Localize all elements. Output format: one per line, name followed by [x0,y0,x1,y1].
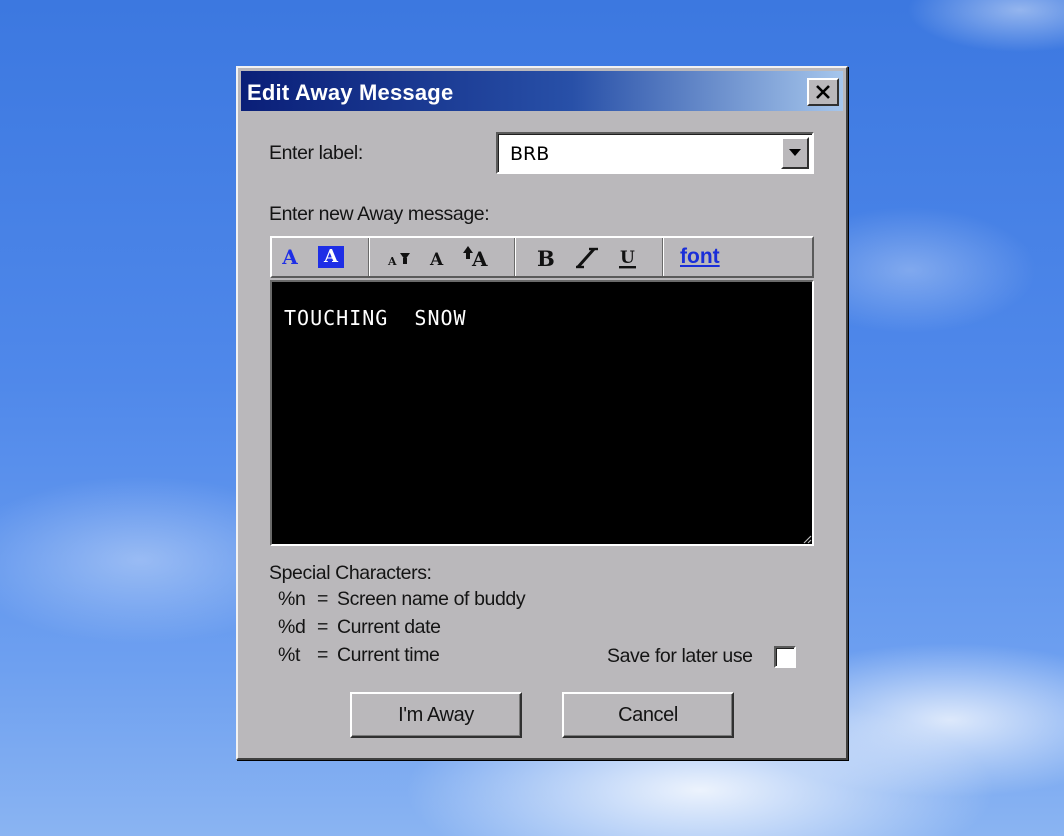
chevron-down-icon [789,149,801,156]
bold-button[interactable]: B [534,243,558,271]
italic-icon [576,247,598,269]
special-char-code: %n [278,588,306,610]
svg-text:A: A [429,250,444,270]
toolbar-separator [514,238,516,276]
background-color-button[interactable]: A [318,246,344,268]
edit-away-message-dialog: Edit Away Message Enter label: BRB Enter… [236,66,848,760]
special-characters-heading: Special Characters: [269,562,432,584]
special-char-code: %t [278,644,300,666]
text-color-button[interactable]: A [280,243,300,271]
decrease-font-size-button[interactable]: A [386,243,414,271]
desktop-background: Edit Away Message Enter label: BRB Enter… [0,0,1064,836]
resize-grip-icon[interactable] [802,534,812,544]
save-for-later-checkbox[interactable] [774,646,796,668]
window-title: Edit Away Message [247,80,454,105]
close-button[interactable] [807,78,839,106]
bold-icon: B [537,246,555,271]
save-for-later-label: Save for later use [607,645,753,667]
toolbar-separator [662,238,664,276]
special-char-equals: = [317,588,328,610]
decrease-font-size-icon: A [387,253,410,268]
special-char-description: Current date [337,616,441,638]
dropdown-arrow-button[interactable] [781,137,809,169]
font-link[interactable]: font [680,243,720,271]
svg-text:B: B [537,246,555,271]
enter-label-label: Enter label: [269,142,363,164]
normal-font-size-icon: A [429,250,444,270]
cancel-button[interactable]: Cancel [562,692,734,738]
special-char-description: Current time [337,644,440,666]
svg-text:A: A [387,255,397,268]
away-message-text: TOUCHING SNOW [284,306,467,330]
label-dropdown[interactable]: BRB [496,132,814,174]
increase-font-size-button[interactable]: A [462,243,496,271]
toolbar-separator [368,238,370,276]
close-icon [816,85,830,99]
label-dropdown-value: BRB [510,143,550,165]
formatting-toolbar: A A A A A B U font [270,236,814,278]
away-message-textarea[interactable]: TOUCHING SNOW [270,280,814,546]
special-char-equals: = [317,644,328,666]
away-message-label: Enter new Away message: [269,203,490,225]
im-away-button[interactable]: I'm Away [350,692,522,738]
italic-button[interactable] [574,243,600,271]
special-char-equals: = [317,616,328,638]
special-char-code: %d [278,616,306,638]
special-char-description: Screen name of buddy [337,588,526,610]
normal-font-size-button[interactable]: A [426,243,450,271]
underline-icon: U [619,248,636,269]
title-bar[interactable]: Edit Away Message [241,71,843,111]
increase-font-size-icon: A [463,246,488,271]
svg-text:U: U [620,248,635,268]
svg-text:A: A [471,247,488,271]
underline-button[interactable]: U [616,243,640,271]
